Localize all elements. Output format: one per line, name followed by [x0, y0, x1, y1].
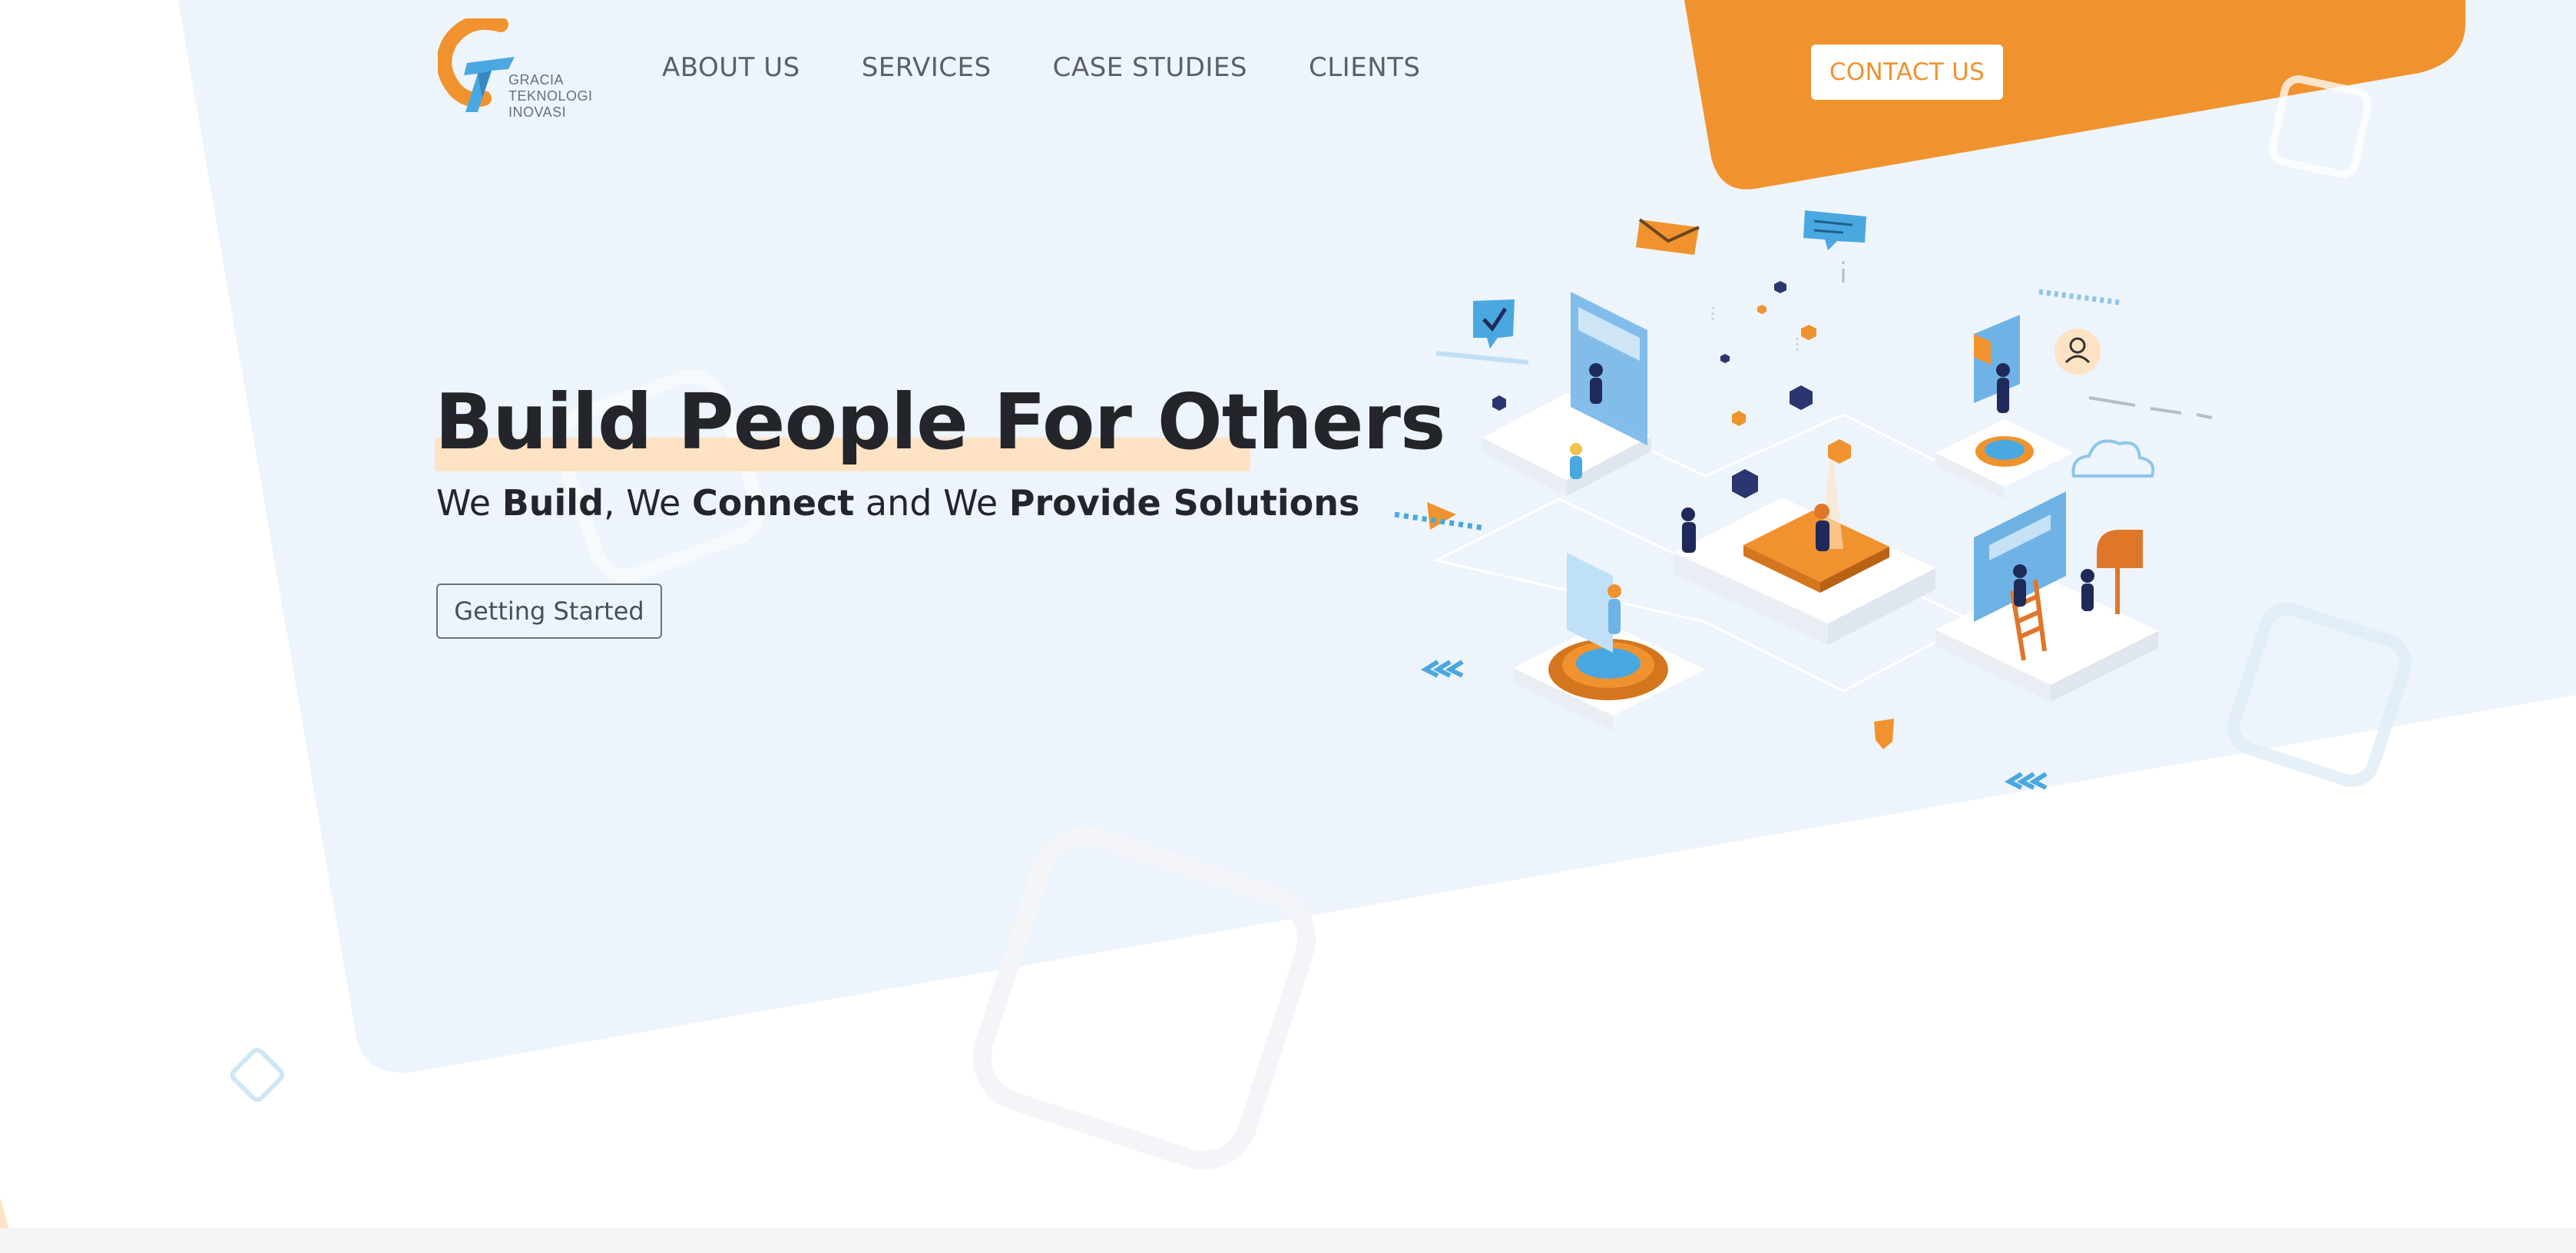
subtitle-text: , We: [604, 482, 692, 524]
subtitle-text: We: [436, 482, 502, 524]
brand-logo[interactable]: GRACIA TEKNOLOGI INOVASI: [436, 14, 608, 126]
cloud-icon: [2071, 439, 2155, 478]
subtitle-text: and We: [854, 482, 1009, 524]
bottom-fade: [0, 1228, 2576, 1253]
nav-about-us[interactable]: ABOUT US: [662, 52, 800, 83]
envelope-icon: [1636, 218, 1700, 255]
contact-us-button[interactable]: CONTACT US: [1811, 45, 2003, 100]
hero-illustration: [1394, 210, 2212, 790]
subtitle-bold: Connect: [691, 482, 855, 524]
platform-right: [1935, 419, 2074, 499]
hero-subtitle: We Build, We Connect and We Provide Solu…: [436, 482, 1359, 524]
nav-services[interactable]: SERVICES: [862, 52, 992, 83]
chevron-arrows-icon: [2004, 772, 2048, 790]
check-badge-icon: [1435, 299, 1529, 365]
small-badge-icon: [1874, 719, 1894, 749]
user-avatar-icon: [2055, 329, 2101, 375]
platform-center: [1674, 498, 1935, 645]
logo-wordmark: GRACIA TEKNOLOGI INOVASI: [508, 72, 608, 121]
logo-line: INOVASI: [508, 104, 567, 120]
platform-bottom-right: [1935, 576, 2158, 702]
chat-bubble-icon: [1803, 210, 1866, 250]
logo-line: GRACIA: [508, 72, 565, 88]
chevron-arrows-icon: [1420, 660, 1464, 678]
hero-background-panel: [178, 0, 2576, 1073]
main-nav: ABOUT US SERVICES CASE STUDIES CLIENTS: [662, 52, 1482, 83]
mailbox-icon: [2097, 530, 2143, 568]
decor-diamond: [230, 1047, 285, 1103]
nav-case-studies[interactable]: CASE STUDIES: [1053, 52, 1247, 83]
subtitle-bold: Provide Solutions: [1008, 482, 1360, 524]
subtitle-bold: Build: [502, 482, 604, 524]
hero-title: Build People For Others: [435, 377, 1445, 467]
logo-line: TEKNOLOGI: [508, 88, 593, 104]
getting-started-button[interactable]: Getting Started: [436, 584, 662, 639]
nav-clients[interactable]: CLIENTS: [1309, 52, 1420, 83]
